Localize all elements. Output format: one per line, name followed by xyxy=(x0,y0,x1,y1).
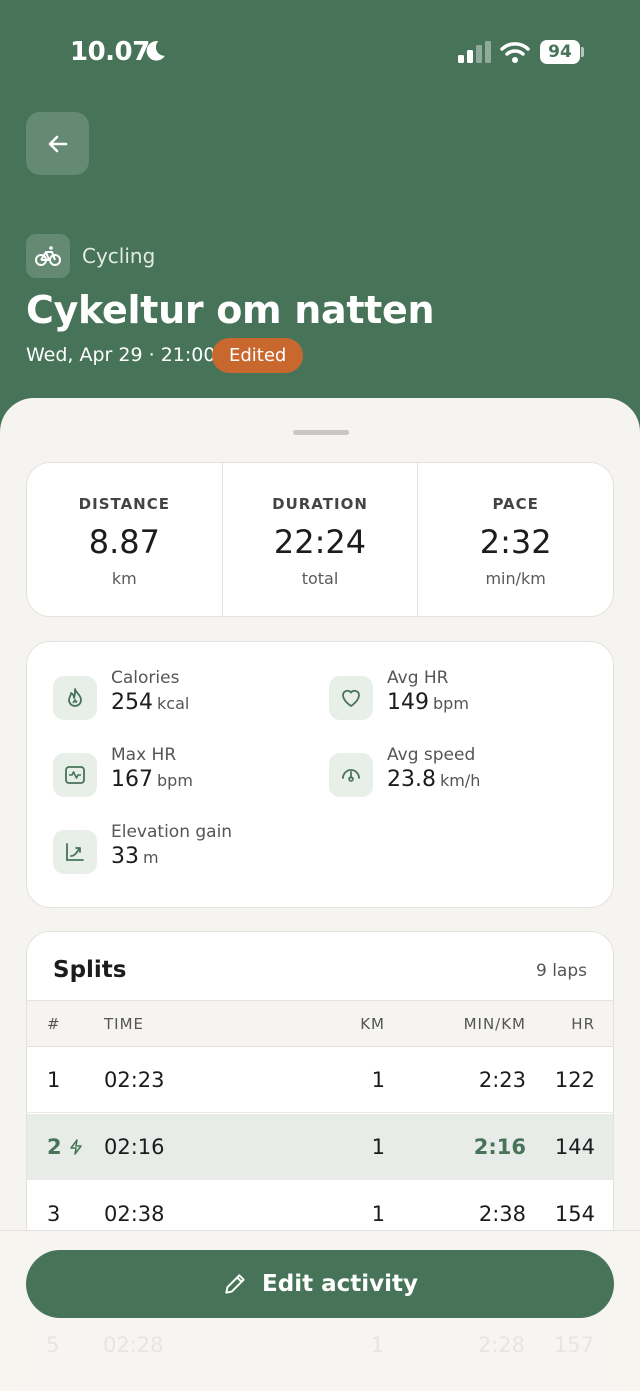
splits-title: Splits xyxy=(53,957,127,983)
stat-label: DURATION xyxy=(272,495,368,513)
activity-title: Cykeltur om natten xyxy=(26,288,435,332)
summary-stats-card: DISTANCE 8.87 km DURATION 22:24 total PA… xyxy=(26,462,614,617)
signal-icon xyxy=(458,41,491,63)
stat-value: 22:24 xyxy=(273,523,367,561)
metric-label: Elevation gain xyxy=(111,822,233,842)
split-time: 02:38 xyxy=(104,1202,165,1226)
splits-lap-count: 9 laps xyxy=(535,961,587,981)
column-header-time: TIME xyxy=(104,1015,145,1033)
speedometer-icon xyxy=(329,753,373,797)
metric-label: Avg HR xyxy=(387,668,449,688)
metrics-card: Calories 254 kcal Avg HR 149 bpm Max HR 16… xyxy=(26,641,614,908)
table-row-faded: 5 02:28 1 2:28 157 xyxy=(26,1333,614,1363)
table-row[interactable]: 1 02:23 1 2:23 122 xyxy=(27,1047,613,1113)
stat-duration: DURATION 22:24 total xyxy=(221,463,418,616)
heart-icon xyxy=(329,676,373,720)
split-hr: 154 xyxy=(554,1202,595,1226)
activity-header: 10.07 94 Cycling Cykeltur om natten Wed,… xyxy=(0,0,640,440)
split-hr: 157 xyxy=(553,1333,594,1357)
split-km: 1 xyxy=(371,1068,385,1092)
metric-value: 167 bpm xyxy=(111,767,193,792)
activity-datetime: Wed, Apr 29 · 21:00 xyxy=(26,344,216,366)
column-header-hr: HR xyxy=(571,1015,595,1033)
stat-unit: km xyxy=(111,569,137,588)
split-number: 5 xyxy=(46,1333,60,1357)
sheet-drag-handle[interactable] xyxy=(293,430,349,435)
stat-distance: DISTANCE 8.87 km xyxy=(27,463,222,616)
metric-value: 254 kcal xyxy=(111,690,190,715)
metric-label: Avg speed xyxy=(387,745,476,765)
battery-indicator: 94 xyxy=(540,40,580,64)
split-hr: 144 xyxy=(554,1135,595,1159)
elevation-chart-icon xyxy=(53,830,97,874)
battery-tip xyxy=(581,47,584,57)
split-time: 02:23 xyxy=(104,1068,165,1092)
edit-activity-label: Edit activity xyxy=(262,1271,418,1297)
split-km: 1 xyxy=(371,1202,385,1226)
split-pace: 2:16 xyxy=(473,1135,526,1159)
stat-label: DISTANCE xyxy=(78,495,170,513)
stat-unit: min/km xyxy=(485,569,546,588)
metric-value: 149 bpm xyxy=(387,690,469,715)
status-time: 10.07 xyxy=(70,37,150,67)
metric-label: Calories xyxy=(111,668,180,688)
table-row-fastest[interactable]: 2 02:16 1 2:16 144 xyxy=(27,1114,613,1180)
stat-value: 2:32 xyxy=(479,523,552,561)
metric-label: Max HR xyxy=(111,745,177,765)
stat-pace: PACE 2:32 min/km xyxy=(417,463,613,616)
edit-activity-button[interactable]: Edit activity xyxy=(26,1250,614,1318)
metric-value: 33 m xyxy=(111,844,159,869)
split-km: 1 xyxy=(371,1135,385,1159)
moon-icon xyxy=(146,41,165,61)
split-hr: 122 xyxy=(554,1068,595,1092)
bicycle-icon xyxy=(26,234,70,278)
split-pace: 2:38 xyxy=(478,1202,526,1226)
flame-icon xyxy=(53,676,97,720)
stat-label: PACE xyxy=(492,495,539,513)
back-button[interactable] xyxy=(26,112,89,175)
split-number: 2 xyxy=(47,1135,84,1159)
split-pace: 2:23 xyxy=(478,1068,526,1092)
heart-rate-monitor-icon xyxy=(53,753,97,797)
splits-table-header: # TIME KM MIN/KM HR xyxy=(27,1000,613,1047)
split-time: 02:16 xyxy=(104,1135,165,1159)
column-header-number: # xyxy=(47,1015,61,1033)
edited-badge: Edited xyxy=(212,338,304,373)
lightning-bolt-icon xyxy=(69,1139,82,1155)
split-number: 3 xyxy=(47,1202,61,1226)
status-bar: 10.07 94 xyxy=(0,0,640,100)
pencil-icon xyxy=(225,1274,245,1294)
column-header-km: KM xyxy=(360,1015,385,1033)
stat-unit: total xyxy=(301,569,339,588)
activity-type-label: Cycling xyxy=(82,244,156,268)
column-header-pace: MIN/KM xyxy=(463,1015,526,1033)
metric-value: 23.8 km/h xyxy=(387,767,481,792)
arrow-left-icon xyxy=(48,135,67,152)
stat-value: 8.87 xyxy=(88,523,160,561)
split-pace: 2:28 xyxy=(477,1333,525,1357)
split-number: 1 xyxy=(47,1068,61,1092)
split-time: 02:28 xyxy=(103,1333,164,1357)
split-km: 1 xyxy=(370,1333,384,1357)
wifi-icon xyxy=(500,42,530,63)
